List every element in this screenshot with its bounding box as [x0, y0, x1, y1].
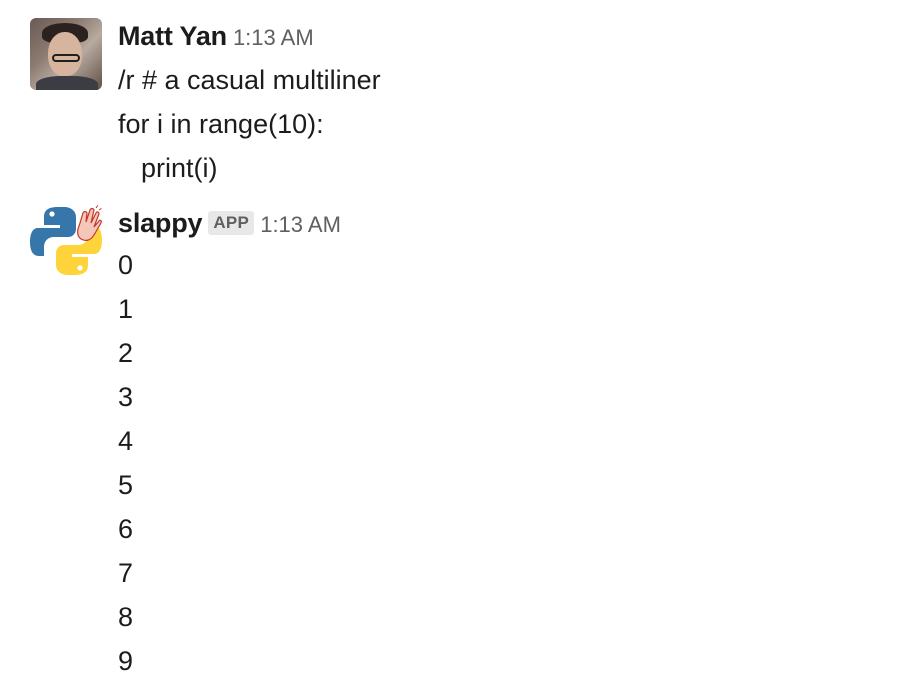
output-line: 4	[118, 426, 134, 456]
sender-name[interactable]: slappy	[118, 208, 203, 238]
output-line: 5	[118, 470, 134, 500]
output-line: 6	[118, 514, 134, 544]
message-content: slappy APP 1:13 AM 0 1 2 3 4 5 6 7 8 9	[118, 205, 908, 683]
python-logo-icon	[30, 205, 102, 275]
avatar-glasses	[52, 54, 80, 62]
message-timestamp[interactable]: 1:13 AM	[233, 25, 314, 50]
output-line: 1	[118, 294, 134, 324]
message-body: /r # a casual multiliner for i in range(…	[118, 58, 908, 190]
message-line: /r # a casual multiliner	[118, 65, 381, 95]
output-line: 8	[118, 602, 134, 632]
user-avatar[interactable]	[30, 18, 102, 90]
python-logo-waving-hand-icon[interactable]	[30, 205, 102, 277]
output-line: 0	[118, 250, 134, 280]
message-body: 0 1 2 3 4 5 6 7 8 9	[118, 243, 908, 683]
message-line: for i in range(10):	[118, 109, 324, 139]
message-line: print(i)	[141, 153, 218, 183]
avatar-shirt	[36, 76, 98, 90]
message-header: Matt Yan 1:13 AM	[118, 18, 908, 54]
message-content: Matt Yan 1:13 AM /r # a casual multiliner…	[118, 18, 908, 190]
output-line: 2	[118, 338, 134, 368]
output-line: 7	[118, 558, 134, 588]
app-badge: APP	[208, 211, 255, 235]
output-line: 3	[118, 382, 134, 412]
message-header: slappy APP 1:13 AM	[118, 205, 908, 241]
message-timestamp[interactable]: 1:13 AM	[260, 212, 341, 237]
output-line: 9	[118, 646, 134, 676]
sender-name[interactable]: Matt Yan	[118, 21, 227, 51]
